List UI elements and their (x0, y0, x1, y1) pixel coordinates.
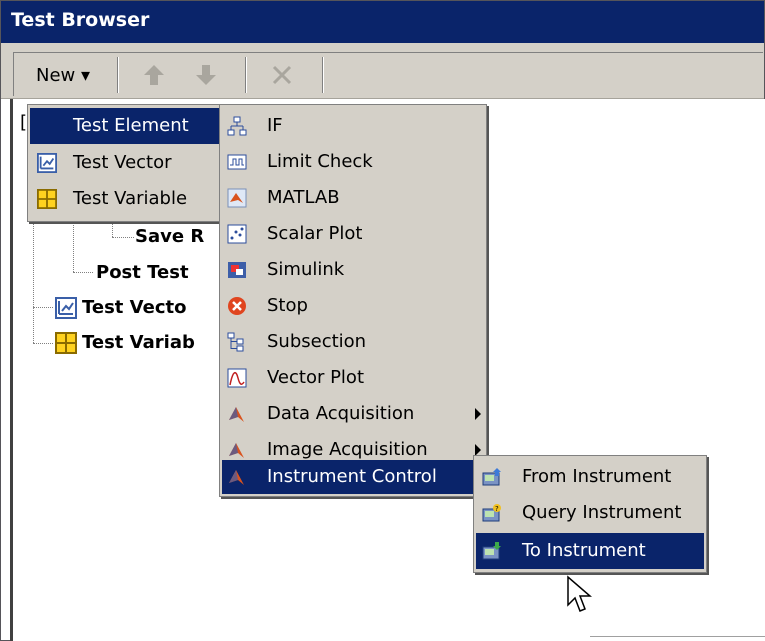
menu-item-scalar-plot[interactable]: Scalar Plot (222, 216, 484, 252)
tree-line (73, 272, 93, 273)
test-vector-icon (37, 153, 57, 173)
toolbox-icon (229, 443, 244, 458)
menu-item-test-vector[interactable]: Test Vector (30, 145, 242, 181)
toolbox-icon (229, 470, 244, 485)
menu-item-simulink[interactable]: Simulink (222, 252, 484, 288)
tree-bracket: [ (20, 112, 28, 133)
move-up-button[interactable] (132, 57, 176, 93)
from-instrument-icon (482, 468, 501, 486)
test-variable-icon (37, 189, 57, 209)
toolbar-separator (322, 57, 324, 93)
vector-plot-icon (227, 368, 247, 388)
tree-line (33, 343, 53, 344)
mouse-cursor-icon (567, 575, 592, 612)
menu-item-limit-check[interactable]: Limit Check (222, 144, 484, 180)
tree-node-post-test[interactable]: Post Test (96, 262, 189, 283)
menu-item-test-variable[interactable]: Test Variable (30, 181, 242, 217)
menu-item-stop[interactable]: Stop (222, 288, 484, 324)
toolbar-area (13, 52, 763, 96)
menu-item-query-instrument[interactable]: ? Query Instrument (476, 495, 704, 531)
move-down-button[interactable] (184, 57, 228, 93)
menu-item-subsection[interactable]: Subsection (222, 324, 484, 360)
status-line (590, 636, 765, 637)
test-vector-icon (55, 297, 77, 319)
if-icon (227, 116, 247, 136)
toolbox-icon (229, 407, 244, 422)
new-menu: Test Element Test Vector Test Variable (27, 104, 245, 222)
svg-text:?: ? (495, 505, 499, 513)
test-variable-icon (55, 332, 77, 354)
menu-item-matlab[interactable]: MATLAB (222, 180, 484, 216)
stop-icon (228, 297, 246, 315)
tree-line (33, 307, 53, 308)
toolbar-separator (245, 57, 247, 93)
delete-button[interactable] (260, 57, 304, 93)
scalar-plot-icon (227, 224, 247, 244)
menu-item-test-element[interactable]: Test Element (30, 108, 242, 144)
menu-item-to-instrument[interactable]: To Instrument (476, 533, 704, 569)
instrument-control-submenu: From Instrument ? Query Instrument To In… (473, 455, 707, 573)
tree-line (112, 237, 134, 238)
matlab-icon (227, 188, 247, 208)
window-title: Test Browser (1, 1, 764, 43)
arrow-down-icon (196, 65, 216, 85)
menu-item-instrument-control[interactable]: Instrument Control (222, 460, 484, 494)
menu-item-if[interactable]: IF (222, 108, 484, 144)
subsection-icon (227, 332, 244, 352)
simulink-icon (228, 262, 246, 278)
tree-node-save-results[interactable]: Save R (135, 226, 204, 247)
menu-item-from-instrument[interactable]: From Instrument (476, 459, 704, 495)
limit-check-icon (227, 154, 247, 170)
tree-node-test-vector[interactable]: Test Vecto (82, 297, 186, 318)
query-instrument-icon: ? (482, 504, 501, 522)
to-instrument-icon (482, 542, 501, 560)
menu-item-data-acquisition[interactable]: Data Acquisition (222, 396, 484, 432)
tree-node-test-variable[interactable]: Test Variab (82, 332, 195, 353)
menu-item-vector-plot[interactable]: Vector Plot (222, 360, 484, 396)
arrow-up-icon (144, 65, 164, 85)
toolbar-separator (117, 57, 119, 93)
tree-line (112, 220, 113, 237)
new-button[interactable]: New ▾ (27, 57, 99, 93)
close-icon (272, 65, 292, 85)
test-element-submenu: IF Limit Check MATLAB Scalar Plot Simuli… (219, 104, 487, 497)
submenu-arrow-icon (475, 408, 481, 420)
